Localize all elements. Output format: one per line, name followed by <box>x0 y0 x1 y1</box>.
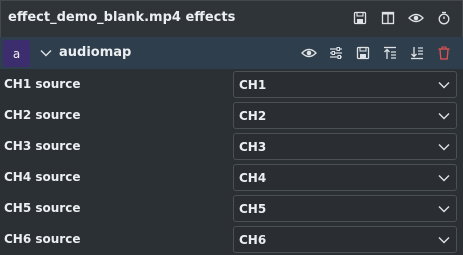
timer-icon[interactable] <box>436 10 452 26</box>
channel-source-select[interactable]: CH6 <box>233 226 457 253</box>
chevron-down-icon[interactable] <box>38 45 54 61</box>
chevron-down-icon <box>436 139 452 155</box>
channel-source-select[interactable]: CH5 <box>233 195 457 222</box>
selected-value: CH1 <box>239 78 267 92</box>
effect-type-badge: a <box>3 40 30 67</box>
chevron-down-icon <box>436 108 452 124</box>
title-toolbar <box>352 10 452 26</box>
channel-source-select[interactable]: CH4 <box>233 164 457 191</box>
effects-panel: effect_demo_blank.mp4 effects a audiomap… <box>0 0 463 255</box>
parameter-row: CH6 source CH6 <box>0 224 463 255</box>
columns-icon[interactable] <box>380 10 396 26</box>
effect-header[interactable]: a audiomap <box>0 37 463 69</box>
channel-source-select[interactable]: CH3 <box>233 133 457 160</box>
parameter-label: CH3 source <box>4 139 81 153</box>
parameter-row: CH4 source CH4 <box>0 162 463 193</box>
panel-title: effect_demo_blank.mp4 effects <box>8 10 236 25</box>
effect-toolbar <box>301 45 452 61</box>
chevron-down-icon <box>436 77 452 93</box>
parameter-row: CH3 source CH3 <box>0 131 463 162</box>
eye-icon[interactable] <box>301 45 317 61</box>
eye-icon[interactable] <box>408 10 424 26</box>
save-icon[interactable] <box>355 45 371 61</box>
delete-icon[interactable] <box>436 45 452 61</box>
chevron-down-icon <box>436 232 452 248</box>
parameter-list: CH1 source CH1 CH2 source CH2 CH3 source… <box>0 69 463 255</box>
selected-value: CH2 <box>239 109 267 123</box>
sliders-icon[interactable] <box>328 45 344 61</box>
parameter-label: CH2 source <box>4 108 81 122</box>
selected-value: CH4 <box>239 171 267 185</box>
selected-value: CH6 <box>239 233 267 247</box>
channel-source-select[interactable]: CH1 <box>233 71 457 98</box>
parameter-row: CH5 source CH5 <box>0 193 463 224</box>
parameter-row: CH1 source CH1 <box>0 69 463 100</box>
chevron-down-icon <box>436 201 452 217</box>
selected-value: CH5 <box>239 202 267 216</box>
parameter-label: CH5 source <box>4 201 81 215</box>
chevron-down-icon <box>436 170 452 186</box>
parameter-label: CH1 source <box>4 77 81 91</box>
save-icon[interactable] <box>352 10 368 26</box>
effect-name: audiomap <box>59 45 132 60</box>
move-up-icon[interactable] <box>382 45 398 61</box>
selected-value: CH3 <box>239 140 267 154</box>
move-down-icon[interactable] <box>409 45 425 61</box>
parameter-row: CH2 source CH2 <box>0 100 463 131</box>
parameter-label: CH4 source <box>4 170 81 184</box>
parameter-label: CH6 source <box>4 232 81 246</box>
title-bar: effect_demo_blank.mp4 effects <box>0 0 463 38</box>
channel-source-select[interactable]: CH2 <box>233 102 457 129</box>
